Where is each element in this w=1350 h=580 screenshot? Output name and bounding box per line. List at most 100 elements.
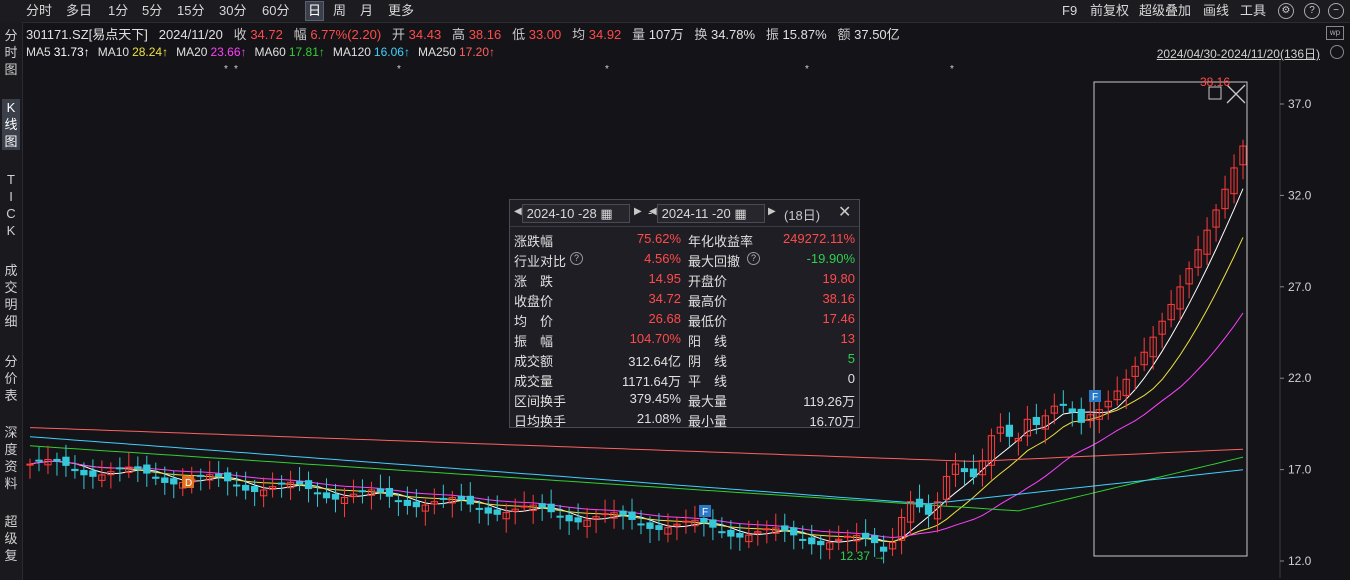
stat-label: 最高价: [688, 294, 728, 309]
next-end-arrow[interactable]: ▶: [768, 206, 776, 217]
stat-value: 17.46: [822, 311, 855, 326]
period-2[interactable]: 1分: [108, 2, 128, 20]
ma-value-0: 31.73↑: [53, 45, 90, 59]
period-9[interactable]: 月: [360, 2, 373, 20]
stat-label: 区间换手: [514, 394, 567, 409]
candle-body: [1158, 320, 1166, 335]
y-tick-label: 22.0: [1288, 371, 1312, 385]
candle-body: [960, 468, 969, 473]
f9-button[interactable]: F9: [1062, 2, 1077, 20]
candle-body: [206, 474, 214, 481]
candle-body: [484, 507, 492, 514]
candle-body: [682, 520, 690, 523]
start-date: 2024-10 -28: [526, 206, 597, 221]
sidebar-item-deal-detail[interactable]: 成交明细: [2, 262, 20, 330]
tools-button[interactable]: 工具: [1240, 2, 1266, 20]
candle-body: [430, 501, 438, 505]
candle-body: [125, 466, 133, 473]
amp-value: 15.87%: [782, 27, 827, 42]
candle-body: [781, 525, 789, 531]
period-10[interactable]: 更多: [388, 2, 414, 20]
candle-body: [304, 480, 313, 490]
stat-value: 4.56%: [644, 251, 681, 266]
gear-icon[interactable]: ⚙: [1278, 3, 1294, 19]
close-value: 34.72: [250, 27, 283, 42]
candle-body: [709, 519, 717, 528]
sidebar-item-price-table[interactable]: 分价表: [2, 353, 20, 404]
stats-row: 均 价 26.68 最低价 17.46: [510, 309, 859, 329]
ma-label-4: MA120: [332, 45, 371, 59]
candle-body: [1221, 188, 1229, 210]
stat-value: 312.64亿: [628, 354, 681, 369]
open-value: 34.43: [408, 27, 442, 42]
sidebar-item-depth-info[interactable]: 深度资料: [2, 424, 20, 492]
candle-body: [134, 466, 142, 470]
candle-body: [1014, 437, 1023, 442]
date-range[interactable]: 2024/04/30-2024/11/20(136日): [1157, 45, 1320, 62]
prev-start-arrow[interactable]: ◀: [514, 206, 522, 217]
candle-body: [1167, 303, 1175, 321]
candle-body: [942, 475, 951, 500]
candle-body: [601, 513, 609, 516]
sidebar-item-kline[interactable]: K线图: [2, 99, 20, 150]
candle-body: [1131, 365, 1139, 377]
stat-label: 阳 线: [688, 334, 728, 349]
end-date-picker[interactable]: 2024-11 -20 ▦: [657, 204, 765, 223]
close-icon[interactable]: ✕: [838, 202, 851, 222]
sidebar-item-fenshi[interactable]: 分时图: [2, 27, 20, 78]
vol-label: 量: [632, 27, 646, 42]
settings-icon[interactable]: [1330, 45, 1344, 59]
help-icon[interactable]: ?: [747, 252, 760, 265]
candle-body: [637, 523, 645, 526]
candle-body: [259, 489, 268, 497]
candle-body: [286, 481, 295, 489]
high-value: 38.16: [468, 27, 502, 42]
draw-line-button[interactable]: 画线: [1203, 2, 1229, 20]
period-5[interactable]: 30分: [219, 2, 246, 20]
candle-body: [295, 481, 304, 485]
ma-line-5: [29, 427, 1244, 462]
event-marker-label: F: [702, 507, 708, 518]
candle-body: [1050, 405, 1058, 414]
period-1[interactable]: 多日: [66, 2, 92, 20]
help-icon[interactable]: ?: [570, 252, 583, 265]
candle-body: [322, 492, 331, 499]
ma-value-1: 28.24↑: [132, 45, 169, 59]
help-icon[interactable]: ?: [1304, 3, 1320, 19]
wallpaper-icon[interactable]: wp: [1326, 26, 1344, 40]
candle-body: [448, 497, 456, 504]
stats-row: 区间换手 379.45% 最大量 119.26万: [510, 389, 859, 409]
period-4[interactable]: 15分: [177, 2, 204, 20]
stats-row: 涨跌幅 75.62% 年化收益率 249272.11%: [510, 229, 859, 249]
candle-body: [116, 467, 124, 470]
candle-body: [475, 507, 483, 510]
next-start-arrow[interactable]: ▶: [634, 206, 642, 217]
candle-body: [53, 458, 61, 462]
stat-label: 成交额: [514, 354, 554, 369]
minimize-icon[interactable]: −: [1328, 3, 1344, 19]
stat-label: 年化收益率: [688, 234, 754, 249]
period-8[interactable]: 周: [333, 2, 346, 20]
avg-value: 34.92: [588, 27, 622, 42]
super-overlay-button[interactable]: 超级叠加: [1139, 2, 1191, 20]
period-6[interactable]: 60分: [262, 2, 289, 20]
sidebar-item-tick[interactable]: TICK: [2, 171, 20, 239]
event-star: *: [605, 64, 609, 75]
candle-body: [538, 503, 546, 508]
interval-stats-panel: ◀ 2024-10 -28 ▦ ▶ - ◀ 2024-11 -20 ▦ ▶ (1…: [509, 199, 860, 429]
fuquan-button[interactable]: 前复权: [1090, 2, 1129, 20]
change-label: 幅: [293, 27, 307, 42]
start-date-picker[interactable]: 2024-10 -28 ▦: [522, 204, 630, 223]
candle-body: [628, 511, 636, 520]
candle-body: [394, 500, 403, 503]
period-3[interactable]: 5分: [142, 2, 162, 20]
period-7[interactable]: 日: [305, 1, 325, 21]
sidebar-item-super-replay[interactable]: 超级复: [2, 513, 20, 564]
stat-value: 16.70万: [809, 414, 855, 429]
candle-body: [655, 525, 663, 530]
stat-label: 收盘价: [514, 294, 554, 309]
period-0[interactable]: 分时: [26, 2, 52, 20]
candle-body: [673, 523, 681, 527]
prev-end-arrow[interactable]: ◀: [649, 206, 657, 217]
low-label: 低: [512, 27, 526, 42]
